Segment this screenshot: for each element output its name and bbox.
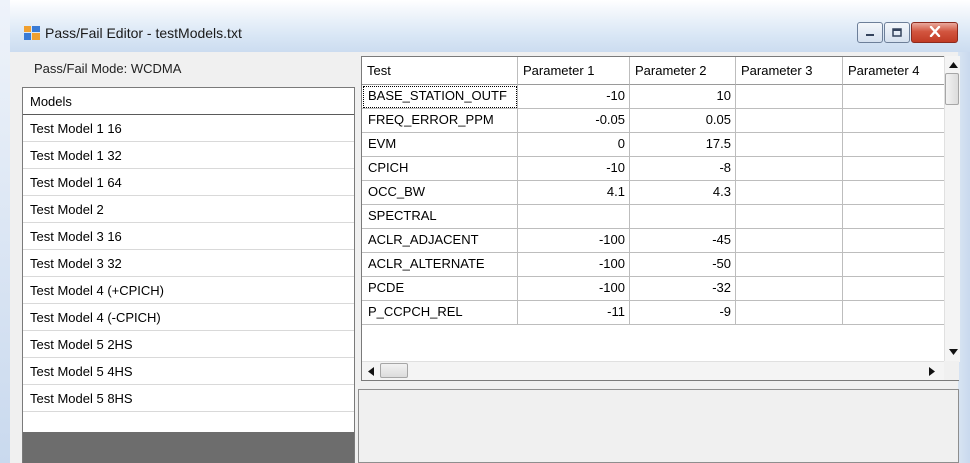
details-panel <box>358 389 959 463</box>
pass-fail-mode-label: Pass/Fail Mode: WCDMA <box>34 61 182 76</box>
grid-cell-parameter-4[interactable] <box>843 109 945 133</box>
grid-cell-test[interactable]: ACLR_ADJACENT <box>362 229 518 253</box>
grid-cell-parameter-4[interactable] <box>843 157 945 181</box>
grid-cell-parameter-2[interactable]: -9 <box>630 301 736 325</box>
grid-cell-parameter-2[interactable]: -8 <box>630 157 736 181</box>
grid-cell-test[interactable]: CPICH <box>362 157 518 181</box>
grid-cell-parameter-1[interactable]: -100 <box>518 253 630 277</box>
app-window-icon <box>24 26 40 40</box>
grid-cell-parameter-2[interactable] <box>630 205 736 229</box>
grid-cell-parameter-1[interactable]: -100 <box>518 229 630 253</box>
grid-cell-parameter-3[interactable] <box>736 301 843 325</box>
grid-cell-parameter-4[interactable] <box>843 301 945 325</box>
grid-cell-parameter-4[interactable] <box>843 181 945 205</box>
window-title: Pass/Fail Editor - testModels.txt <box>45 25 242 41</box>
grid-cell-parameter-2[interactable]: 17.5 <box>630 133 736 157</box>
grid-cell-parameter-2[interactable]: 0.05 <box>630 109 736 133</box>
models-list-header: Models <box>23 88 354 115</box>
grid-cell-parameter-3[interactable] <box>736 157 843 181</box>
parameters-grid[interactable]: Test Parameter 1 Parameter 2 Parameter 3… <box>361 56 959 381</box>
grid-cell-parameter-2[interactable]: 4.3 <box>630 181 736 205</box>
column-header-parameter-4[interactable]: Parameter 4 <box>843 57 945 85</box>
grid-cell-test[interactable]: FREQ_ERROR_PPM <box>362 109 518 133</box>
grid-cell-parameter-3[interactable] <box>736 205 843 229</box>
column-header-parameter-1[interactable]: Parameter 1 <box>518 57 630 85</box>
arrow-left-icon[interactable] <box>363 363 379 380</box>
grid-cell-parameter-4[interactable] <box>843 205 945 229</box>
minimize-icon <box>865 25 875 40</box>
vertical-scroll-thumb[interactable] <box>945 73 959 105</box>
scrollbar-corner <box>944 361 959 380</box>
grid-cell-parameter-1[interactable]: -100 <box>518 277 630 301</box>
grid-cell-parameter-4[interactable] <box>843 229 945 253</box>
list-item[interactable]: Test Model 3 16 <box>23 223 354 250</box>
list-empty-area <box>23 432 354 463</box>
grid-cell-parameter-3[interactable] <box>736 85 843 109</box>
grid-cell-parameter-1[interactable]: -10 <box>518 85 630 109</box>
grid-cell-parameter-2[interactable]: -32 <box>630 277 736 301</box>
grid-cell-parameter-3[interactable] <box>736 253 843 277</box>
list-item[interactable]: Test Model 1 64 <box>23 169 354 196</box>
list-item[interactable]: Test Model 5 4HS <box>23 358 354 385</box>
list-item[interactable]: Test Model 4 (-CPICH) <box>23 304 354 331</box>
grid-cell-test[interactable]: PCDE <box>362 277 518 301</box>
horizontal-scroll-thumb[interactable] <box>380 363 408 378</box>
grid-cell-test[interactable]: OCC_BW <box>362 181 518 205</box>
grid-cell-parameter-3[interactable] <box>736 277 843 301</box>
maximize-button[interactable] <box>884 22 910 43</box>
arrow-right-icon[interactable] <box>924 363 940 380</box>
close-button[interactable] <box>911 22 958 43</box>
models-list[interactable]: Models Test Model 1 16 Test Model 1 32 T… <box>22 87 355 463</box>
grid-cell-parameter-4[interactable] <box>843 277 945 301</box>
grid-cell-parameter-1[interactable]: 4.1 <box>518 181 630 205</box>
grid-cell-parameter-4[interactable] <box>843 253 945 277</box>
grid-cell-parameter-1[interactable]: -11 <box>518 301 630 325</box>
grid-cell-parameter-4[interactable] <box>843 133 945 157</box>
arrow-down-icon[interactable] <box>945 343 961 360</box>
list-item[interactable]: Test Model 5 8HS <box>23 385 354 412</box>
grid-cell-parameter-1[interactable]: 0 <box>518 133 630 157</box>
grid-cell-parameter-3[interactable] <box>736 181 843 205</box>
list-item[interactable]: Test Model 1 16 <box>23 115 354 142</box>
horizontal-scrollbar[interactable] <box>362 361 944 380</box>
grid-cell-parameter-1[interactable] <box>518 205 630 229</box>
grid-cell-parameter-3[interactable] <box>736 133 843 157</box>
arrow-up-icon[interactable] <box>945 56 961 73</box>
list-item[interactable]: Test Model 4 (+CPICH) <box>23 277 354 304</box>
grid-cell-test[interactable]: EVM <box>362 133 518 157</box>
column-header-test[interactable]: Test <box>362 57 518 85</box>
maximize-icon <box>892 25 902 40</box>
window-left-border <box>0 0 10 463</box>
grid-cell-test[interactable]: ACLR_ALTERNATE <box>362 253 518 277</box>
grid-cell-parameter-3[interactable] <box>736 109 843 133</box>
list-item[interactable]: Test Model 5 2HS <box>23 331 354 358</box>
list-item[interactable]: Test Model 3 32 <box>23 250 354 277</box>
grid-cell-parameter-2[interactable]: -45 <box>630 229 736 253</box>
list-item[interactable]: Test Model 1 32 <box>23 142 354 169</box>
minimize-button[interactable] <box>857 22 883 43</box>
grid-cell-parameter-4[interactable] <box>843 85 945 109</box>
grid-cell-test[interactable]: BASE_STATION_OUTF <box>362 85 518 109</box>
grid-cell-parameter-3[interactable] <box>736 229 843 253</box>
grid-cell-parameter-1[interactable]: -10 <box>518 157 630 181</box>
column-header-parameter-2[interactable]: Parameter 2 <box>630 57 736 85</box>
column-header-parameter-3[interactable]: Parameter 3 <box>736 57 843 85</box>
grid-cell-parameter-2[interactable]: -50 <box>630 253 736 277</box>
list-item[interactable]: Test Model 2 <box>23 196 354 223</box>
close-icon <box>929 25 941 40</box>
grid-cell-test[interactable]: P_CCPCH_REL <box>362 301 518 325</box>
grid-cell-parameter-1[interactable]: -0.05 <box>518 109 630 133</box>
grid-cell-test[interactable]: SPECTRAL <box>362 205 518 229</box>
grid-cell-parameter-2[interactable]: 10 <box>630 85 736 109</box>
